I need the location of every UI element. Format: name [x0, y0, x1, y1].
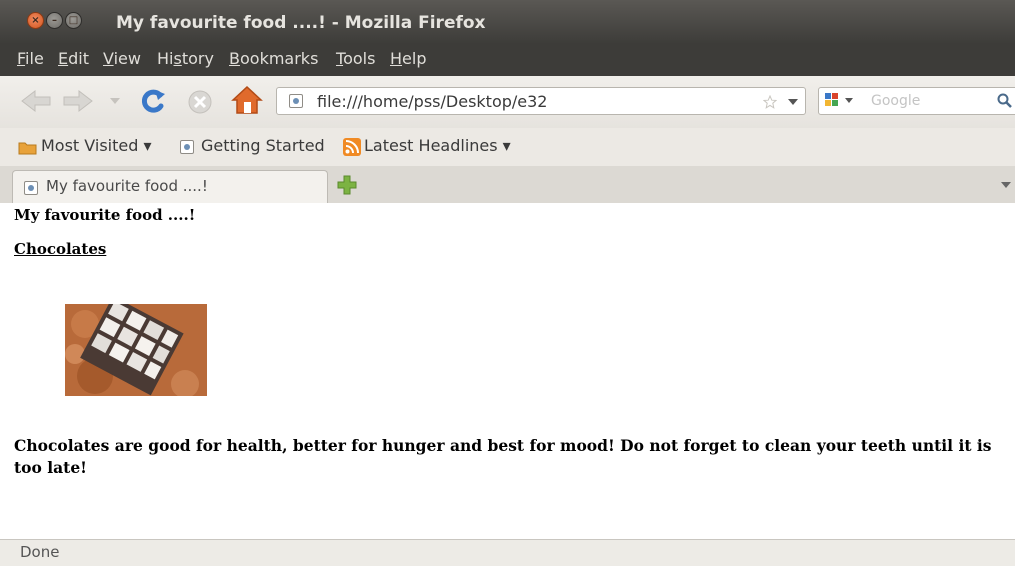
section-heading: Chocolates	[14, 240, 107, 258]
menu-bookmarks[interactable]: Bookmarks	[229, 49, 318, 68]
menu-help[interactable]: Help	[390, 49, 426, 68]
folder-icon	[18, 142, 37, 155]
chevron-down-icon	[1001, 182, 1011, 188]
menu-file[interactable]: File	[17, 49, 44, 68]
body-paragraph: Chocolates are good for health, better f…	[14, 436, 992, 477]
menu-view[interactable]: View	[103, 49, 141, 68]
page-icon	[289, 94, 303, 108]
url-dropdown-icon[interactable]	[787, 97, 799, 107]
url-bar[interactable]: file:///home/pss/Desktop/e32	[276, 87, 806, 115]
tab-my-favourite-food[interactable]: My favourite food ....!	[12, 170, 328, 203]
google-icon	[825, 93, 831, 99]
window-maximize-button[interactable]: □	[65, 12, 82, 29]
window-titlebar: × – □ My favourite food ....! - Mozilla …	[0, 0, 1015, 44]
search-icon[interactable]	[997, 93, 1013, 109]
url-text: file:///home/pss/Desktop/e32	[317, 92, 548, 111]
new-tab-button[interactable]	[336, 174, 358, 196]
tab-label: My favourite food ....!	[46, 177, 208, 195]
chocolate-image	[65, 304, 207, 396]
back-arrow-icon	[21, 89, 51, 113]
window-close-button[interactable]: ×	[27, 12, 44, 29]
reload-button[interactable]	[137, 86, 169, 116]
rss-icon	[343, 138, 361, 156]
maximize-icon: □	[68, 15, 79, 26]
search-placeholder: Google	[871, 93, 921, 109]
menu-bar: File Edit View History Bookmarks Tools H…	[0, 44, 1015, 76]
menu-tools[interactable]: Tools	[336, 49, 375, 68]
status-text: Done	[20, 543, 60, 561]
tab-list-button[interactable]	[1000, 180, 1012, 190]
close-icon: ×	[31, 15, 40, 26]
tab-strip: My favourite food ....!	[0, 166, 1015, 204]
back-button[interactable]	[18, 88, 54, 114]
home-button[interactable]	[229, 84, 265, 116]
bookmark-star-icon[interactable]	[763, 95, 777, 109]
plus-icon	[337, 175, 357, 195]
forward-button[interactable]	[60, 88, 96, 114]
chevron-down-icon	[845, 98, 853, 103]
menu-edit[interactable]: Edit	[58, 49, 89, 68]
page-icon	[24, 181, 38, 195]
window-minimize-button[interactable]: –	[46, 12, 63, 29]
page-title: My favourite food ....!	[14, 206, 196, 224]
page-icon	[180, 140, 194, 154]
bookmarks-toolbar: Most Visited ▾ Getting Started Latest He…	[0, 128, 1015, 166]
search-bar[interactable]: Google	[818, 87, 1015, 115]
stop-button[interactable]	[186, 88, 214, 116]
search-engine-selector[interactable]	[823, 91, 863, 111]
history-dropdown-button[interactable]	[108, 96, 122, 106]
menu-history[interactable]: History	[157, 49, 214, 68]
page-content: My favourite food ....! Chocolates Choco…	[0, 203, 1015, 539]
window-title: My favourite food ....! - Mozilla Firefo…	[116, 13, 486, 33]
status-bar: Done	[0, 539, 1015, 566]
minimize-icon: –	[52, 15, 57, 26]
chevron-down-icon	[110, 98, 120, 104]
forward-arrow-icon	[63, 89, 93, 113]
